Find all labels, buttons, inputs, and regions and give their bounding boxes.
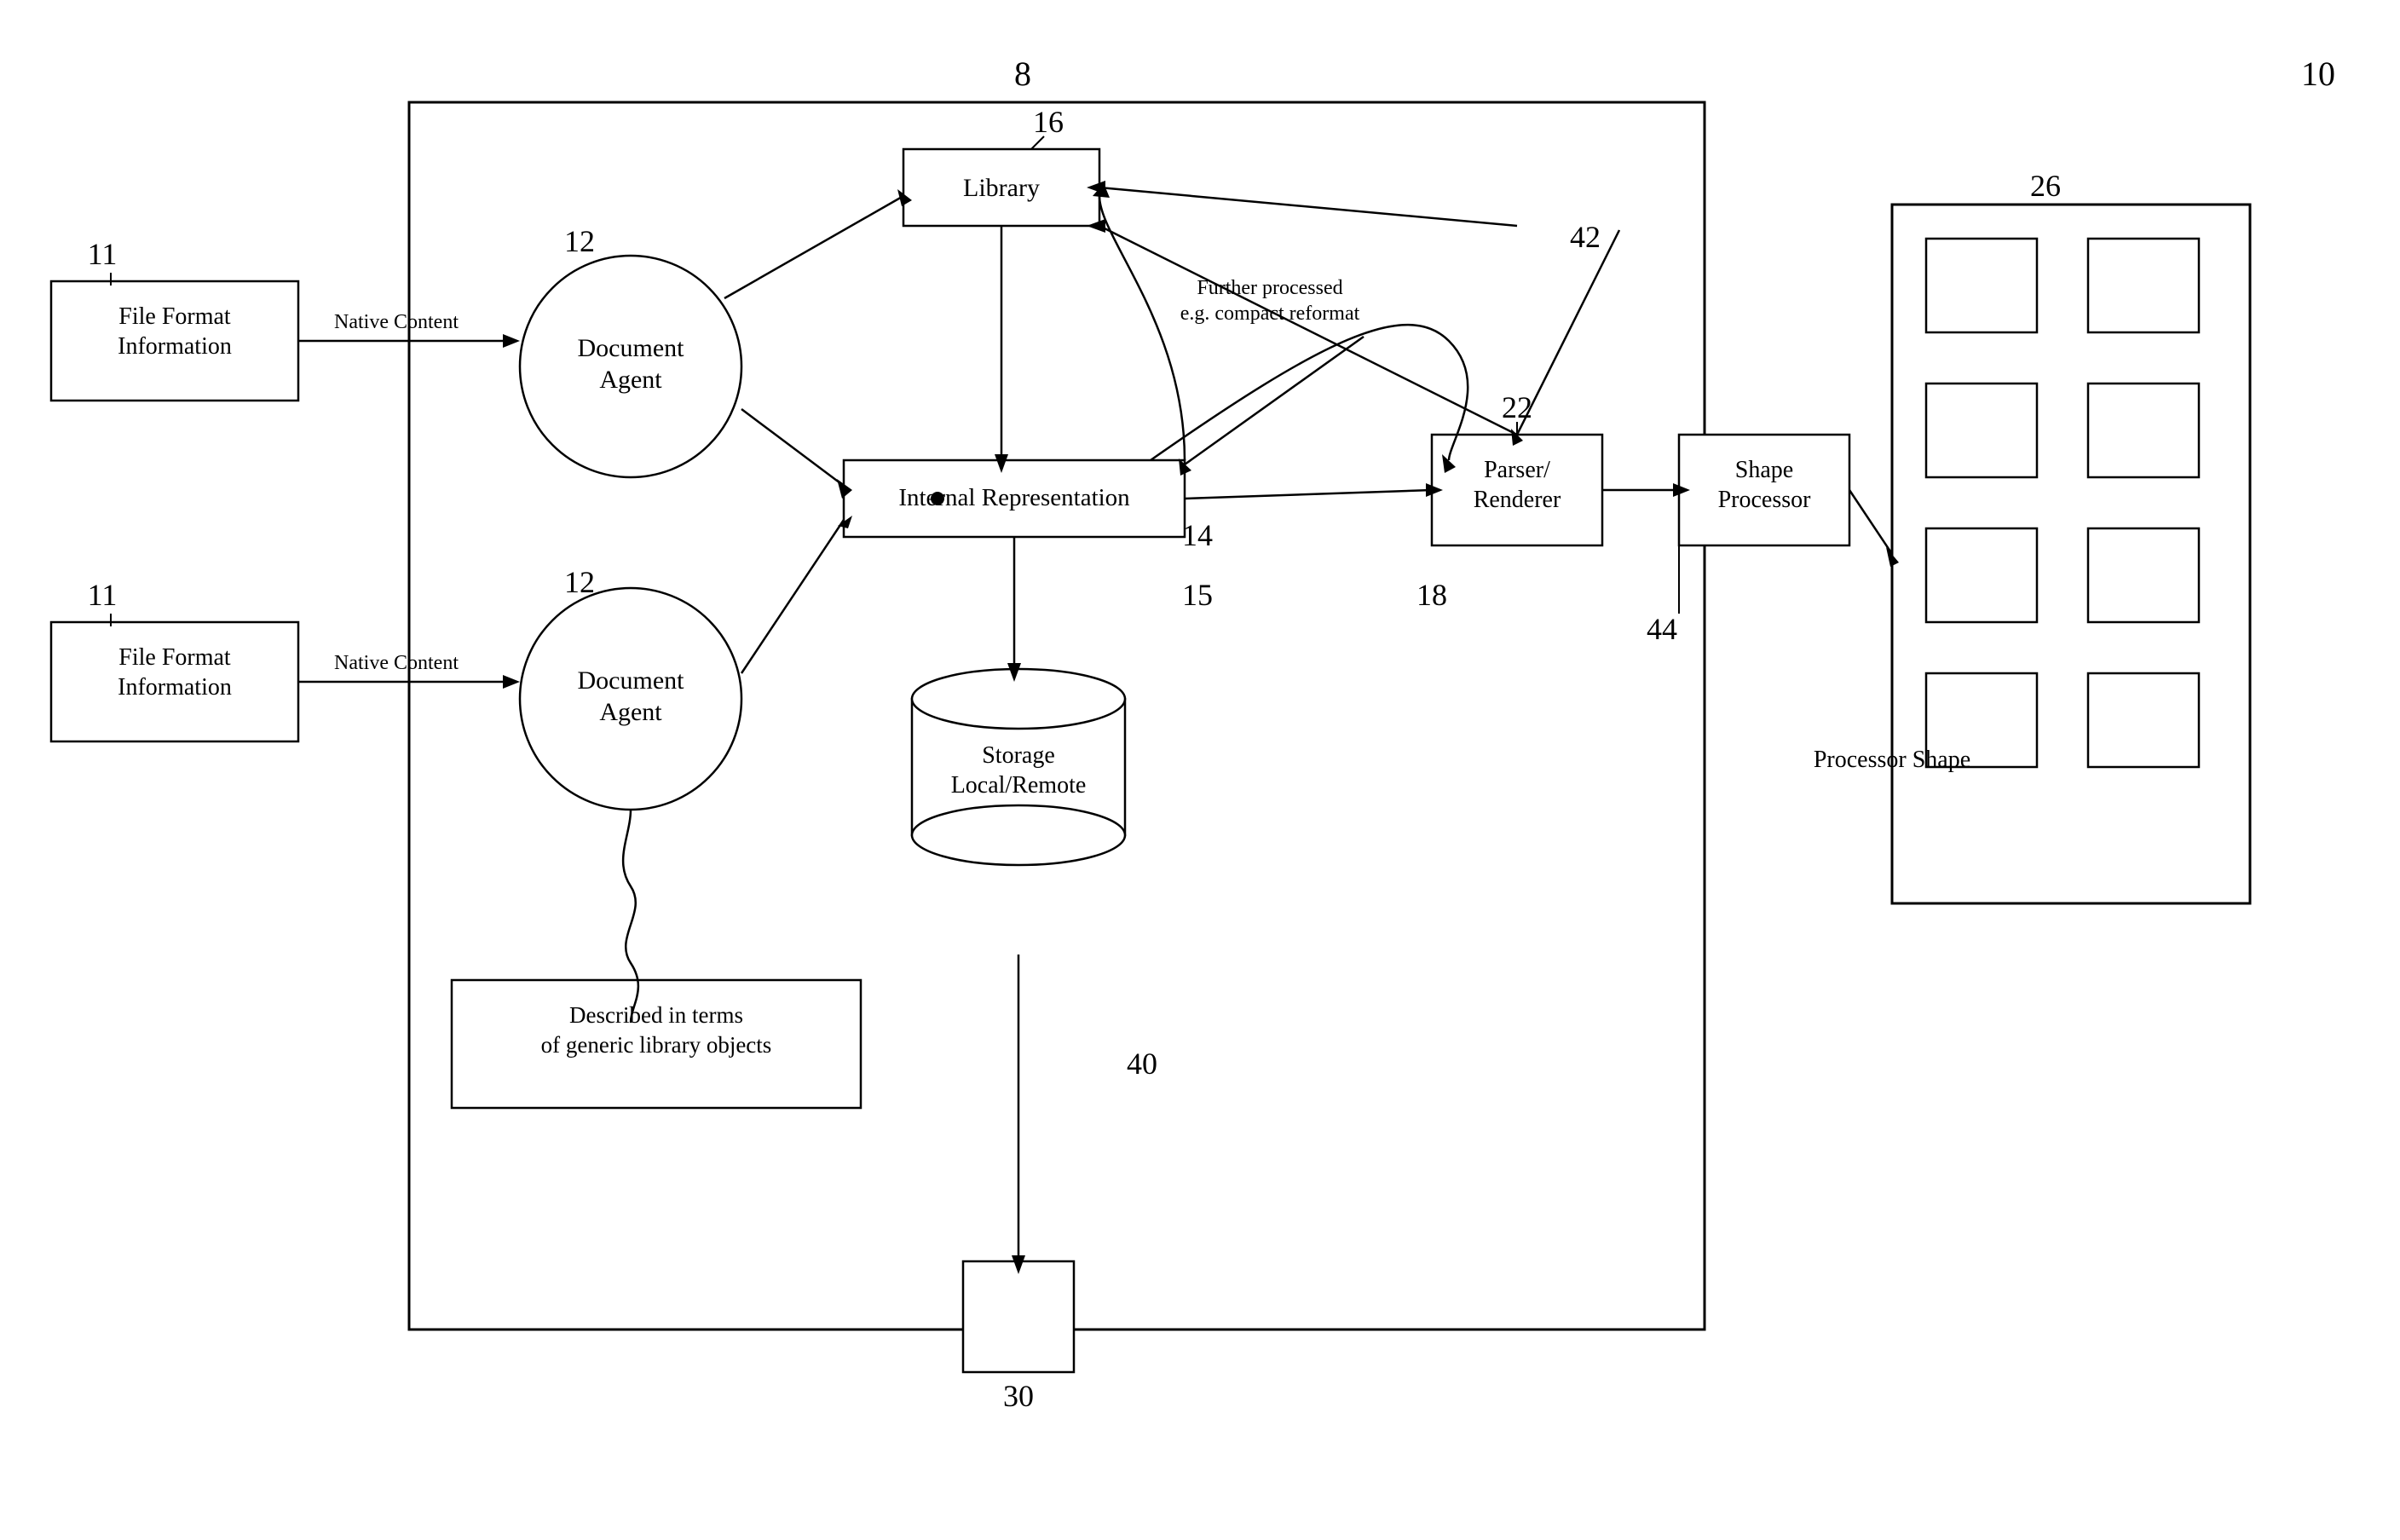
parser-renderer-line1: Parser/ xyxy=(1484,457,1550,483)
label-10: 10 xyxy=(2301,55,2335,93)
described-line1: Described in terms xyxy=(569,1002,743,1028)
label-11b: 11 xyxy=(88,578,118,612)
storage-line2: Local/Remote xyxy=(951,772,1087,799)
native-content-2-label: Native Content xyxy=(334,652,459,674)
label-22: 22 xyxy=(1502,390,1532,424)
further-processed-line1: Further processed xyxy=(1197,277,1342,299)
file-format-1-line1: File Format xyxy=(118,303,231,330)
further-processed-line2: e.g. compact reformat xyxy=(1180,303,1360,325)
label-11a: 11 xyxy=(88,237,118,271)
label-8: 8 xyxy=(1014,55,1031,93)
label-42: 42 xyxy=(1570,220,1601,254)
file-format-2-line1: File Format xyxy=(118,644,231,671)
doc-agent-2-line1: Document xyxy=(578,666,685,695)
shape-processor-line2: Processor xyxy=(1718,487,1812,513)
file-format-1-line2: Information xyxy=(118,333,232,360)
label-44: 44 xyxy=(1647,612,1677,646)
doc-agent-2-line2: Agent xyxy=(599,698,662,726)
label-26: 26 xyxy=(2030,169,2061,203)
label-12a: 12 xyxy=(564,224,595,258)
diagram-container: 8 10 File Format Information 11 File For… xyxy=(0,0,2400,1540)
storage-line1: Storage xyxy=(982,742,1055,769)
label-40: 40 xyxy=(1127,1047,1157,1081)
label-16: 16 xyxy=(1033,105,1064,139)
native-content-1-label: Native Content xyxy=(334,311,459,333)
parser-renderer-line2: Renderer xyxy=(1474,487,1561,513)
label-12b: 12 xyxy=(564,565,595,599)
library-label: Library xyxy=(963,174,1040,202)
diagram-svg: 8 10 File Format Information 11 File For… xyxy=(0,0,2400,1540)
doc-agent-1-line2: Agent xyxy=(599,366,662,394)
doc-agent-1-line1: Document xyxy=(578,334,685,362)
label-15: 15 xyxy=(1182,578,1213,612)
label-14: 14 xyxy=(1182,518,1213,552)
shape-processor-line1: Shape xyxy=(1735,457,1793,483)
file-format-2-line2: Information xyxy=(118,674,232,701)
label-30: 30 xyxy=(1003,1379,1034,1413)
label-18: 18 xyxy=(1416,578,1447,612)
described-line2: of generic library objects xyxy=(541,1032,772,1058)
